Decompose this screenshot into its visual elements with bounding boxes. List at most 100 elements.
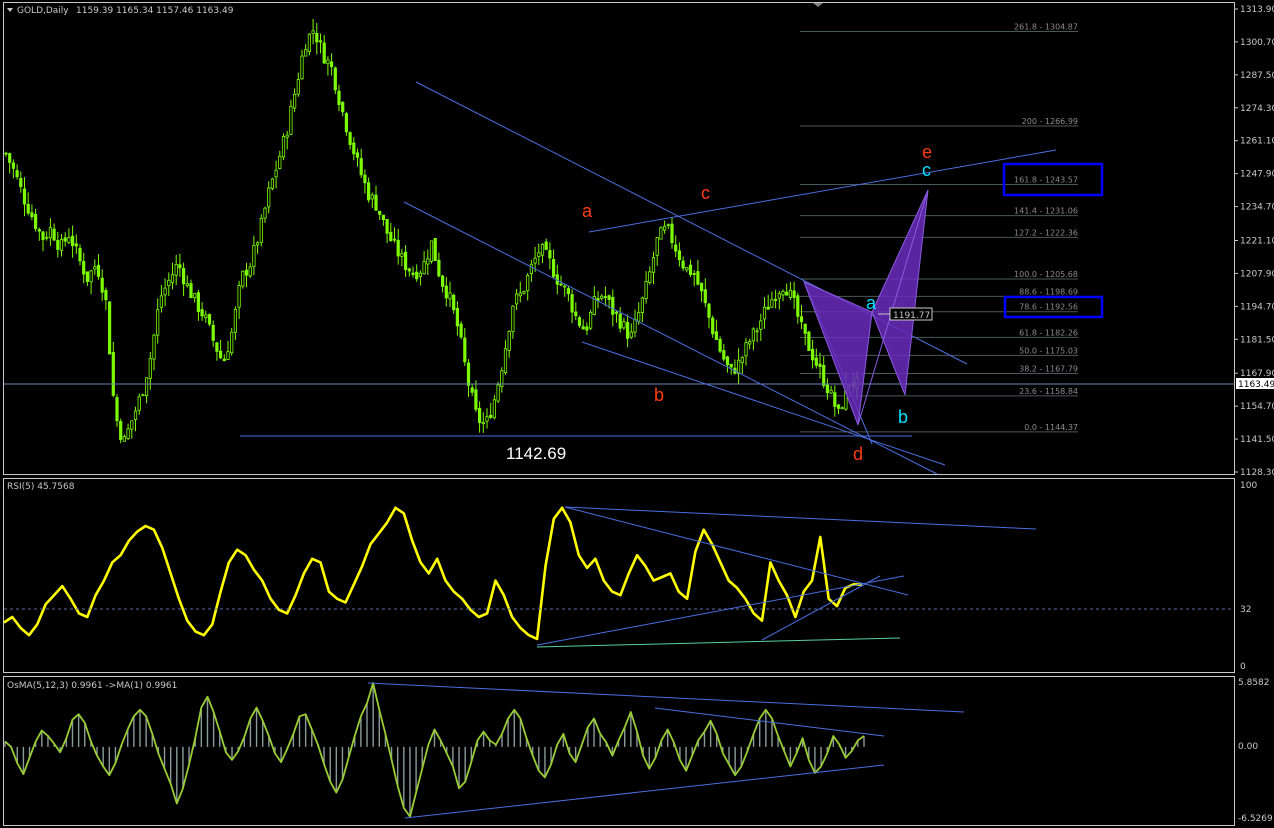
candle-body <box>618 313 622 329</box>
candle-body <box>348 132 352 145</box>
candle-body <box>100 277 104 293</box>
candle-body <box>411 272 415 275</box>
candle-body <box>711 317 715 335</box>
rsi-axis-32: 32 <box>1240 605 1251 615</box>
candle-body <box>167 279 171 287</box>
scroll-marker-icon[interactable] <box>813 3 823 7</box>
rsi-series <box>3 506 863 641</box>
wave-label-cyan-a: a <box>866 293 877 313</box>
candle-body <box>111 351 115 396</box>
candle-body <box>193 293 197 299</box>
candle-body <box>481 421 485 424</box>
candle-body <box>159 295 163 308</box>
candle-body <box>226 351 230 361</box>
fib-level-label: 200 - 1266.99 <box>1022 117 1078 126</box>
candle-body <box>392 238 397 241</box>
osma-trendline-inner[interactable] <box>654 707 885 737</box>
fib-level-label: 161.8 - 1243.57 <box>1014 175 1078 184</box>
candle-body <box>15 170 19 178</box>
rsi-trendline-low[interactable] <box>536 637 901 648</box>
candle-body <box>278 155 282 169</box>
dropdown-triangle-icon[interactable] <box>7 8 13 12</box>
candle-body <box>748 341 752 345</box>
rsi-trendline-rise[interactable] <box>536 575 905 646</box>
candle-body <box>163 287 167 296</box>
candle-body <box>781 290 785 296</box>
candle-body <box>170 274 175 283</box>
candle-body <box>52 228 56 241</box>
candle-body <box>463 337 467 363</box>
candle-body <box>566 288 571 295</box>
candle-body <box>59 239 64 251</box>
candle-body <box>174 264 178 276</box>
candle-body <box>692 273 696 275</box>
rsi-trendline-top[interactable] <box>564 506 1037 530</box>
candle-body <box>489 414 493 418</box>
candle-body <box>666 224 670 227</box>
price-tick-label: 1181.50 <box>1240 335 1274 345</box>
candle-body <box>326 59 330 65</box>
candle-body <box>788 289 793 298</box>
chart-canvas[interactable]: GOLD,Daily 1159.39 1165.34 1157.46 1163.… <box>0 0 1274 828</box>
candle-body <box>115 397 119 422</box>
candle-body <box>744 342 748 357</box>
osma-trendline-top[interactable] <box>367 682 965 713</box>
candle-body <box>426 258 430 265</box>
candle-body <box>659 227 663 240</box>
candle-body <box>755 330 759 333</box>
candle-body <box>185 283 189 286</box>
candle-body <box>825 384 830 394</box>
candle-body <box>300 55 304 80</box>
candle-body <box>440 275 445 287</box>
candle-body <box>263 207 267 219</box>
candle-body <box>156 309 160 336</box>
rsi-trendline-short[interactable] <box>761 575 881 641</box>
trendline-a-c-e[interactable] <box>588 149 1057 233</box>
candle-body <box>540 243 545 256</box>
trendline-b-d[interactable] <box>581 341 946 466</box>
low-price-label: 1142.69 <box>506 444 566 463</box>
main-price-axis: 1313.90 1300.70 1287.50 1274.30 1261.10 1247.… <box>1234 5 1274 478</box>
candle-body <box>259 217 263 243</box>
candle-body <box>285 134 289 138</box>
candle-body <box>233 308 237 333</box>
price-tick-label: 1287.50 <box>1240 71 1274 81</box>
pattern-wing-right[interactable] <box>871 189 929 396</box>
wave-label-red-d: d <box>853 444 863 464</box>
candle-body <box>89 270 93 283</box>
candle-body <box>751 328 756 342</box>
price-tick-label: 1194.70 <box>1240 302 1274 312</box>
candle-body <box>526 275 530 292</box>
candle-body <box>448 292 452 300</box>
candle-body <box>85 271 89 282</box>
candle-body <box>48 227 53 239</box>
candle-body <box>470 387 474 393</box>
candle-body <box>770 299 774 308</box>
candle-body <box>19 177 23 188</box>
candle-body <box>200 309 204 317</box>
candle-body <box>607 295 611 300</box>
candle-body <box>740 357 744 363</box>
wave-label-red-a: a <box>582 201 593 221</box>
candle-body <box>130 420 134 430</box>
candle-body <box>333 67 337 91</box>
candle-body <box>204 314 208 318</box>
candle-body <box>533 257 537 264</box>
price-tick-label: 1141.50 <box>1240 435 1274 445</box>
candle-body <box>762 306 767 320</box>
fib-level-label: 50.0 - 1175.03 <box>1019 346 1078 355</box>
candle-body <box>389 231 393 242</box>
candle-body <box>663 226 667 231</box>
price-tick-label: 1274.30 <box>1240 104 1274 114</box>
osma-trendline-bottom[interactable] <box>404 764 885 819</box>
candle-body <box>703 289 707 304</box>
candle-body <box>63 237 67 242</box>
candle-body <box>255 242 260 246</box>
candle-body <box>433 238 437 261</box>
candle-body <box>714 331 719 340</box>
candle-body <box>559 283 563 286</box>
candle-body <box>611 296 615 315</box>
candle-body <box>133 410 138 421</box>
candle-body <box>777 293 781 299</box>
candle-body <box>374 194 378 211</box>
